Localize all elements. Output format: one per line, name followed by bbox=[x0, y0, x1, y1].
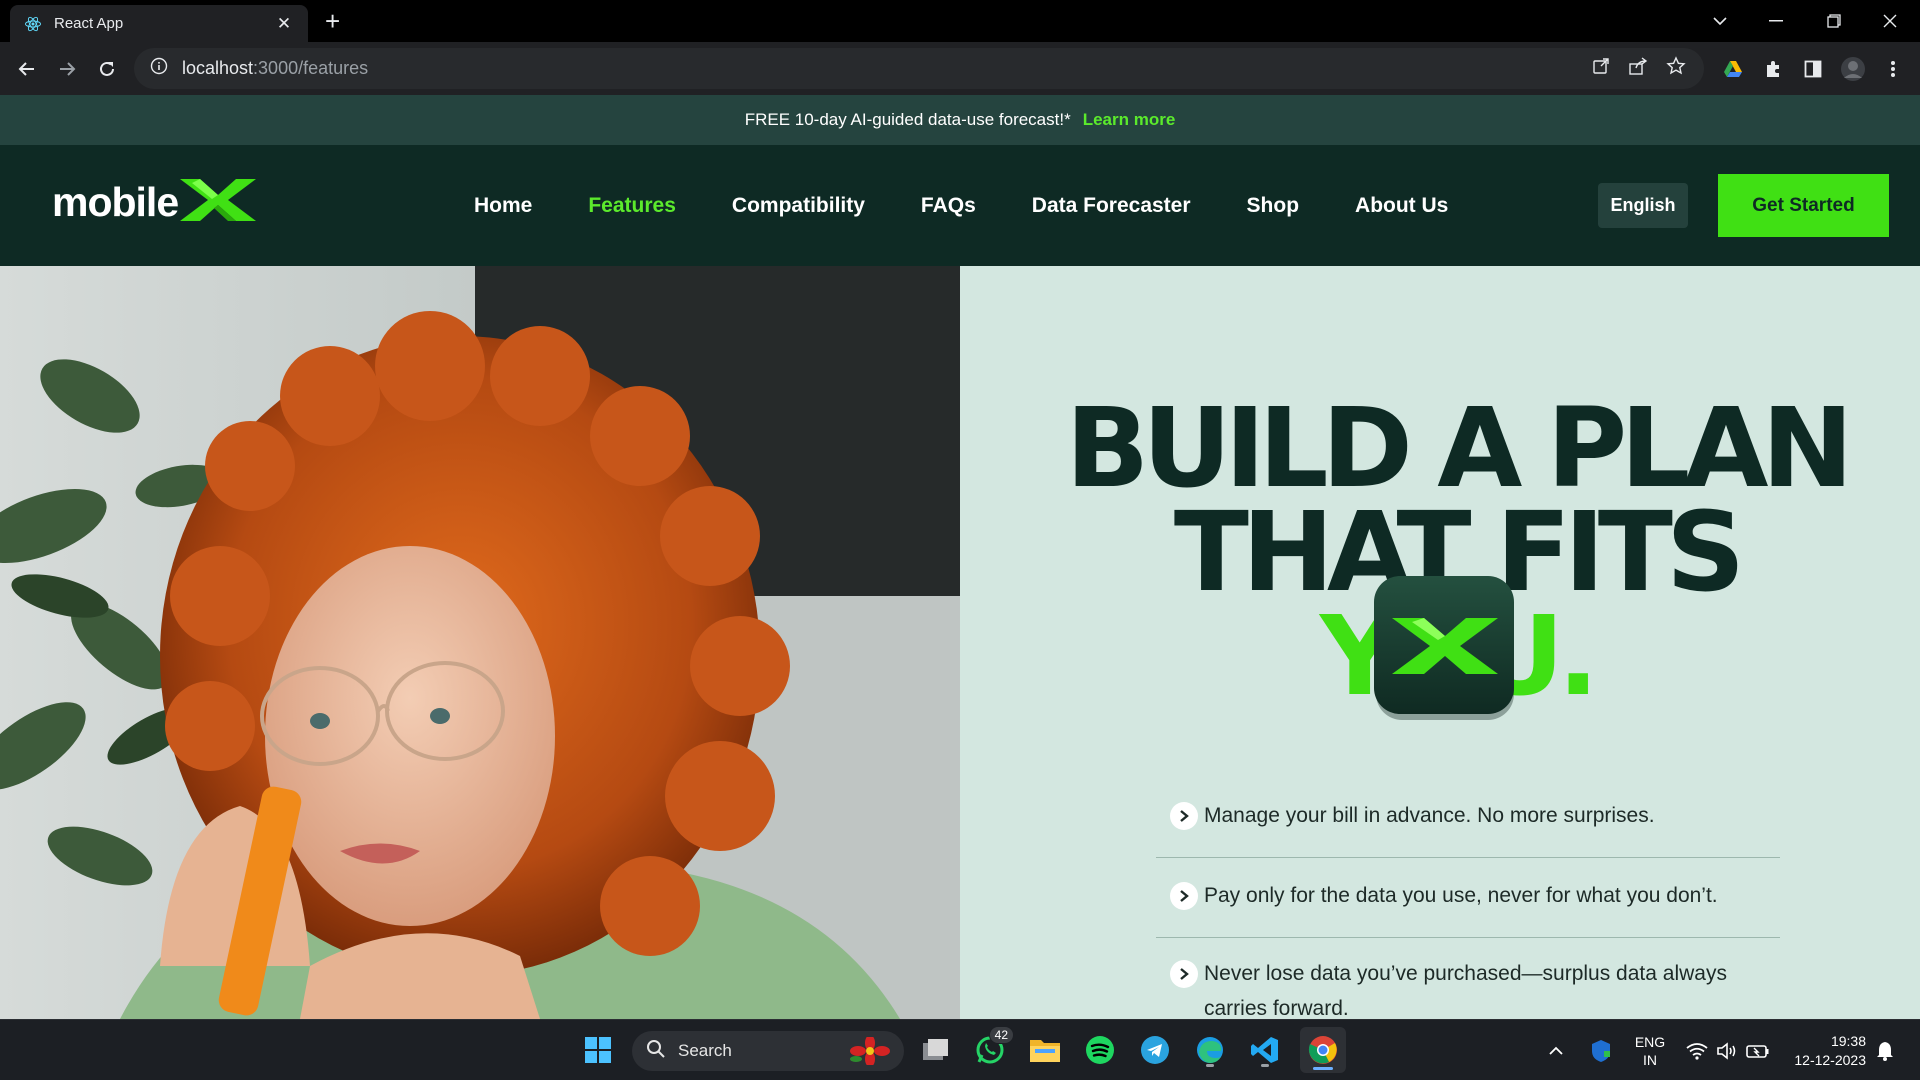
poinsettia-icon bbox=[850, 1035, 890, 1070]
language-button[interactable]: English bbox=[1598, 183, 1688, 228]
telegram-icon[interactable] bbox=[1135, 1030, 1175, 1070]
url-text: localhost:3000/features bbox=[182, 58, 369, 78]
app-x-icon bbox=[1370, 574, 1520, 724]
clock-date: 12-12-2023 bbox=[1794, 1051, 1866, 1068]
nav-shop[interactable]: Shop bbox=[1247, 194, 1300, 218]
windows-taskbar: Search 42 ENG IN 19:38 12-12-2023 bbox=[0, 1019, 1920, 1080]
google-drive-icon[interactable] bbox=[1716, 52, 1750, 86]
forward-icon[interactable] bbox=[50, 52, 84, 86]
feature-text: Never lose data you’ve purchased—surplus… bbox=[1204, 962, 1727, 1019]
lang-line1: ENG bbox=[1634, 1033, 1666, 1050]
language-indicator[interactable]: ENG IN bbox=[1632, 1020, 1668, 1080]
nav-compatibility[interactable]: Compatibility bbox=[732, 194, 865, 218]
search-icon bbox=[646, 1039, 666, 1064]
whatsapp-icon[interactable]: 42 bbox=[970, 1026, 1014, 1070]
open-in-app-icon[interactable] bbox=[1592, 57, 1610, 80]
start-windows-icon[interactable] bbox=[578, 1030, 618, 1070]
task-view-icon[interactable] bbox=[916, 1030, 956, 1070]
volume-icon[interactable] bbox=[1716, 1020, 1738, 1080]
hero-content: BUILD A PLAN THAT FITS YOU. bbox=[960, 266, 1920, 1019]
logo-wordmark: mobile bbox=[52, 179, 179, 225]
feature-text: Manage your bill in advance. No more sur… bbox=[1204, 804, 1655, 827]
bookmark-star-icon[interactable] bbox=[1666, 56, 1686, 81]
edge-icon[interactable] bbox=[1190, 1030, 1230, 1070]
taskbar-search[interactable]: Search bbox=[632, 1031, 904, 1071]
nav-data-forecaster[interactable]: Data Forecaster bbox=[1032, 194, 1191, 218]
running-indicator bbox=[1261, 1064, 1269, 1067]
promo-text: FREE 10-day AI-guided data-use forecast!… bbox=[744, 110, 1071, 129]
extensions-icon[interactable] bbox=[1756, 52, 1790, 86]
share-icon[interactable] bbox=[1628, 57, 1648, 80]
nav-features[interactable]: Features bbox=[588, 194, 676, 218]
clock-time: 19:38 bbox=[1830, 1032, 1866, 1049]
new-tab-button[interactable]: + bbox=[325, 8, 340, 34]
browser-toolbar: localhost:3000/features bbox=[0, 42, 1920, 95]
tab-search-icon[interactable] bbox=[1692, 0, 1748, 42]
close-tab-icon[interactable]: ✕ bbox=[274, 14, 294, 34]
chevron-right-icon bbox=[1170, 802, 1198, 830]
mobilex-logo[interactable]: mobile bbox=[52, 177, 258, 228]
side-panel-icon[interactable] bbox=[1796, 52, 1830, 86]
close-window-icon[interactable] bbox=[1862, 0, 1918, 42]
feature-item: Never lose data you’ve purchased—surplus… bbox=[1156, 938, 1780, 1019]
chevron-right-icon bbox=[1170, 960, 1198, 988]
nav-about-us[interactable]: About Us bbox=[1355, 194, 1448, 218]
react-icon bbox=[24, 15, 42, 33]
wifi-icon[interactable] bbox=[1686, 1020, 1708, 1080]
address-bar[interactable]: localhost:3000/features bbox=[134, 48, 1704, 89]
nav-home[interactable]: Home bbox=[474, 194, 532, 218]
spotify-icon[interactable] bbox=[1080, 1030, 1120, 1070]
battery-icon[interactable] bbox=[1746, 1020, 1770, 1080]
restore-icon[interactable] bbox=[1806, 0, 1862, 42]
feature-text: Pay only for the data you use, never for… bbox=[1204, 884, 1718, 907]
file-explorer-icon[interactable] bbox=[1025, 1030, 1065, 1070]
active-indicator bbox=[1313, 1067, 1333, 1070]
clock[interactable]: 19:38 12-12-2023 bbox=[1786, 1020, 1866, 1080]
lang-line2: IN bbox=[1643, 1051, 1657, 1068]
chrome-icon[interactable] bbox=[1300, 1027, 1346, 1073]
show-hidden-icons-icon[interactable] bbox=[1548, 1020, 1564, 1080]
browser-tab-strip: React App ✕ + bbox=[0, 0, 1920, 42]
whatsapp-badge: 42 bbox=[988, 1026, 1014, 1044]
browser-tab[interactable]: React App ✕ bbox=[10, 5, 308, 42]
minimize-icon[interactable] bbox=[1748, 0, 1804, 42]
learn-more-link[interactable]: Learn more bbox=[1083, 110, 1176, 130]
logo-x-icon bbox=[178, 177, 258, 228]
notification-bell-icon[interactable] bbox=[1876, 1020, 1894, 1080]
get-started-button[interactable]: Get Started bbox=[1718, 174, 1889, 237]
profile-avatar[interactable] bbox=[1836, 52, 1870, 86]
search-label: Search bbox=[678, 1041, 732, 1060]
vscode-icon[interactable] bbox=[1245, 1030, 1285, 1070]
security-shield-icon[interactable] bbox=[1590, 1020, 1612, 1080]
site-header: mobile Home Features Compatibility FAQs … bbox=[0, 145, 1920, 266]
feature-item: Pay only for the data you use, never for… bbox=[1156, 858, 1780, 938]
chevron-right-icon bbox=[1170, 882, 1198, 910]
running-indicator bbox=[1206, 1064, 1214, 1067]
feature-list: Manage your bill in advance. No more sur… bbox=[1156, 778, 1780, 1019]
tab-title: React App bbox=[54, 15, 124, 32]
nav-faqs[interactable]: FAQs bbox=[921, 194, 976, 218]
promo-banner: FREE 10-day AI-guided data-use forecast!… bbox=[0, 95, 1920, 145]
main-nav: Home Features Compatibility FAQs Data Fo… bbox=[474, 145, 1504, 266]
chrome-menu-icon[interactable] bbox=[1876, 52, 1910, 86]
site-info-icon[interactable] bbox=[150, 57, 168, 80]
reload-icon[interactable] bbox=[90, 52, 124, 86]
feature-item: Manage your bill in advance. No more sur… bbox=[1156, 778, 1780, 858]
web-page: FREE 10-day AI-guided data-use forecast!… bbox=[0, 95, 1920, 1019]
hero-photo bbox=[0, 266, 960, 1019]
headline-line1: BUILD A PLAN bbox=[1065, 384, 1853, 512]
back-icon[interactable] bbox=[10, 52, 44, 86]
